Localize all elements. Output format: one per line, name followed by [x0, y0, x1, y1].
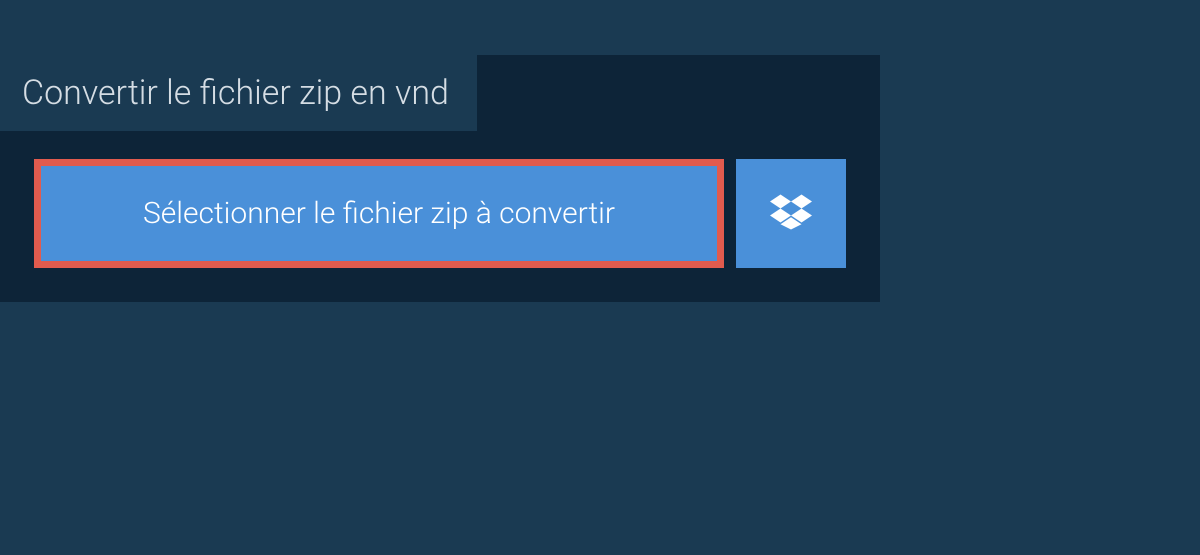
select-file-label: Sélectionner le fichier zip à convertir: [143, 196, 615, 231]
dropbox-icon: [770, 191, 812, 237]
converter-panel: Convertir le fichier zip en vnd Sélectio…: [0, 55, 880, 302]
title-text: Convertir le fichier zip en vnd: [22, 73, 449, 113]
button-container: Sélectionner le fichier zip à convertir: [0, 131, 880, 302]
page-title: Convertir le fichier zip en vnd: [0, 55, 477, 131]
dropbox-button[interactable]: [736, 159, 846, 268]
select-file-button[interactable]: Sélectionner le fichier zip à convertir: [34, 159, 724, 268]
